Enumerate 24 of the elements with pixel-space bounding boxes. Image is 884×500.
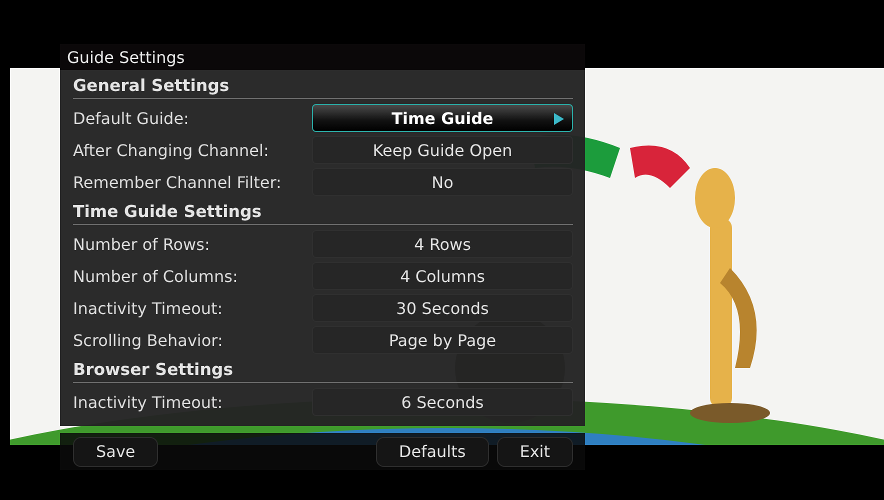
setting-value[interactable]: Time Guide [312,104,573,132]
window-title: Guide Settings [60,44,585,70]
setting-value[interactable]: 30 Seconds [312,294,573,322]
section-heading: General Settings [73,72,573,99]
setting-value[interactable]: 6 Seconds [312,388,573,416]
setting-label: Number of Rows: [73,234,211,254]
section-heading: Browser Settings [73,356,573,383]
setting-label: Default Guide: [73,108,190,128]
footer-button[interactable]: Exit [496,436,573,466]
setting-label: Number of Columns: [73,266,239,286]
save-button[interactable]: Save [73,436,158,466]
setting-label: Inactivity Timeout: [73,392,224,412]
setting-value[interactable]: Page by Page [312,326,573,354]
setting-value[interactable]: Keep Guide Open [312,136,573,164]
setting-label: Scrolling Behavior: [73,330,224,350]
setting-value[interactable]: No [312,168,573,196]
section-heading: Time Guide Settings [73,198,573,225]
setting-label: Remember Channel Filter: [73,172,282,192]
footer-button[interactable]: Defaults [376,436,489,466]
setting-value[interactable]: 4 Rows [312,230,573,258]
setting-label: After Changing Channel: [73,140,270,160]
setting-value[interactable]: 4 Columns [312,262,573,290]
setting-label: Inactivity Timeout: [73,298,224,318]
arrow-icon [554,113,564,125]
